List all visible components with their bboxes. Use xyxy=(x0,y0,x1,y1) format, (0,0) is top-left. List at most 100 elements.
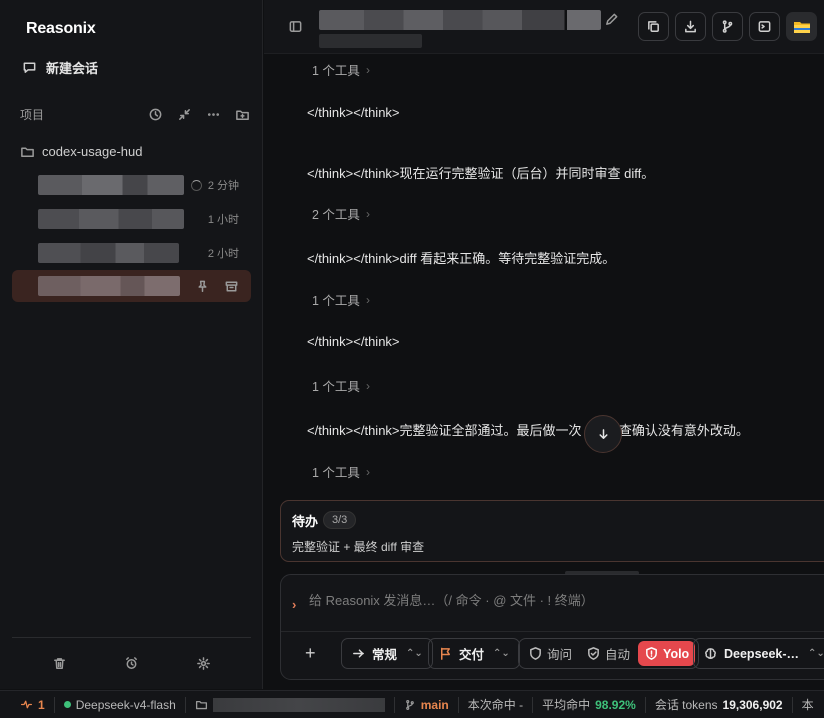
average-hit-label: 平均命中 xyxy=(542,698,591,712)
mode-yolo[interactable]: Yolo xyxy=(638,641,696,666)
shield-icon xyxy=(528,646,543,661)
model-select[interactable]: Deepseek-… ⌃⌄ xyxy=(693,638,824,669)
add-folder-icon[interactable] xyxy=(235,107,250,122)
deliver-select[interactable]: 交付 ⌃⌄ xyxy=(428,638,520,669)
archive-icon[interactable] xyxy=(224,279,239,294)
chat-title-redacted[interactable] xyxy=(319,10,601,30)
project-folder-name: codex-usage-hud xyxy=(42,144,143,159)
session-tokens: 会话 tokens 19,306,902 xyxy=(646,696,793,713)
history-icon[interactable] xyxy=(148,107,163,122)
workspace-path-redacted xyxy=(212,697,385,712)
status-overflow-text: 本 xyxy=(801,698,814,712)
git-branch-icon xyxy=(720,19,735,34)
open-folder-button[interactable] xyxy=(786,12,817,41)
flag-icon xyxy=(438,646,453,661)
shield-alert-icon xyxy=(644,646,659,661)
tool-call-collapsed[interactable]: 1 个工具 › xyxy=(312,376,370,395)
gear-icon[interactable] xyxy=(196,656,211,671)
download-icon xyxy=(683,19,698,34)
plan-mode-select[interactable]: 常规 ⌃⌄ xyxy=(341,638,433,669)
top-bar xyxy=(264,0,824,54)
online-dot-icon xyxy=(63,701,71,708)
chevron-right-icon: › xyxy=(365,292,370,307)
loading-spinner-icon xyxy=(190,179,202,191)
session-title-redacted xyxy=(38,243,179,263)
pencil-icon[interactable] xyxy=(604,12,619,27)
copy-button[interactable] xyxy=(638,12,669,41)
session-item[interactable]: 1 小时 xyxy=(12,203,251,235)
terminal-icon xyxy=(757,19,772,34)
session-time: 2 分钟 xyxy=(207,180,239,192)
mode-ask-label: 询问 xyxy=(547,648,573,662)
chevron-right-icon: › xyxy=(365,206,370,221)
mode-auto-label: 自动 xyxy=(605,648,631,662)
permission-mode-switch: 询问 自动 Yolo xyxy=(518,638,700,669)
session-time: 2 小时 xyxy=(207,248,239,260)
message-input[interactable] xyxy=(309,589,809,611)
session-item[interactable]: 2 分钟 xyxy=(12,169,251,201)
todo-title: 待办 xyxy=(292,514,319,529)
project-header: 项目 xyxy=(20,106,250,123)
pin-icon[interactable] xyxy=(195,279,210,294)
chevron-right-icon: › xyxy=(365,62,370,77)
session-item-active[interactable] xyxy=(12,270,251,302)
mode-ask[interactable]: 询问 xyxy=(522,641,578,666)
shield-check-icon xyxy=(586,646,601,661)
new-chat-label: 新建会话 xyxy=(46,61,99,76)
current-hit-label: 本次命中 - xyxy=(467,698,524,712)
assistant-message: </think></think>diff 看起来正确。等待完整验证完成。 xyxy=(307,251,616,266)
download-button[interactable] xyxy=(675,12,706,41)
new-chat-button[interactable]: 新建会话 xyxy=(22,58,98,77)
activity-indicator[interactable]: 1 xyxy=(0,696,55,713)
project-label: 项目 xyxy=(20,108,45,122)
pulse-icon xyxy=(20,698,33,711)
activity-count: 1 xyxy=(38,697,45,712)
session-title-redacted xyxy=(38,209,184,229)
message-composer: › + 常规 ⌃⌄ 交付 ⌃⌄ 询问 自动 Yolo Deepseek-… ⌃⌄ xyxy=(280,574,824,680)
tool-call-collapsed[interactable]: 1 个工具 › xyxy=(312,60,370,79)
chat-subtitle-redacted xyxy=(319,34,422,48)
deliver-label: 交付 xyxy=(459,648,485,662)
chat-bubble-icon xyxy=(22,60,37,75)
terminal-button[interactable] xyxy=(749,12,780,41)
session-title-redacted xyxy=(38,276,180,296)
branch-button[interactable] xyxy=(712,12,743,41)
project-folder[interactable]: codex-usage-hud xyxy=(20,144,142,159)
assistant-message: </think></think> xyxy=(307,105,400,120)
brain-icon xyxy=(703,646,718,661)
session-time: 1 小时 xyxy=(207,214,239,226)
chevron-right-icon: › xyxy=(365,464,370,479)
assistant-message: </think></think>现在运行完整验证（后台）并同时审查 diff。 xyxy=(307,166,655,181)
collapse-icon[interactable] xyxy=(177,107,192,122)
tool-call-collapsed[interactable]: 2 个工具 › xyxy=(312,204,370,223)
average-hit-rate: 平均命中 98.92% xyxy=(533,696,646,713)
tool-call-label: 1 个工具 xyxy=(312,294,360,308)
scroll-to-bottom-button[interactable] xyxy=(584,415,622,453)
add-attachment-button[interactable]: + xyxy=(305,643,316,664)
alarm-icon[interactable] xyxy=(124,656,139,671)
mode-auto[interactable]: 自动 xyxy=(580,641,636,666)
tool-call-collapsed[interactable]: 1 个工具 › xyxy=(312,290,370,309)
todo-card[interactable]: 待办 3/3 完整验证 + 最终 diff 审查 xyxy=(280,500,824,562)
session-item[interactable]: 2 小时 xyxy=(12,237,251,269)
model-status[interactable]: Deepseek-v4-flash xyxy=(55,696,186,713)
todo-count-badge: 3/3 xyxy=(323,511,357,529)
branch-name: main xyxy=(420,697,449,712)
arrow-down-icon xyxy=(596,427,611,442)
tool-call-collapsed[interactable]: 1 个工具 › xyxy=(312,462,370,481)
arrow-right-icon xyxy=(351,646,366,661)
conversation-panel: 1 个工具 › </think></think> </think></think>… xyxy=(264,55,824,487)
workspace-path[interactable] xyxy=(186,696,395,713)
assistant-message: </think></think> xyxy=(307,334,400,349)
tool-call-label: 1 个工具 xyxy=(312,466,360,480)
tool-call-label: 1 个工具 xyxy=(312,380,360,394)
todo-item: 完整验证 + 最终 diff 审查 xyxy=(292,540,425,554)
status-overflow: 本 xyxy=(793,697,823,713)
more-icon[interactable] xyxy=(206,107,221,122)
session-tokens-value: 19,306,902 xyxy=(722,697,783,712)
mode-yolo-label: Yolo xyxy=(663,646,690,661)
prompt-caret-icon: › xyxy=(292,597,297,612)
sidebar-toggle-icon[interactable] xyxy=(288,19,303,34)
trash-icon[interactable] xyxy=(52,656,67,671)
git-branch-status[interactable]: main xyxy=(395,696,459,713)
